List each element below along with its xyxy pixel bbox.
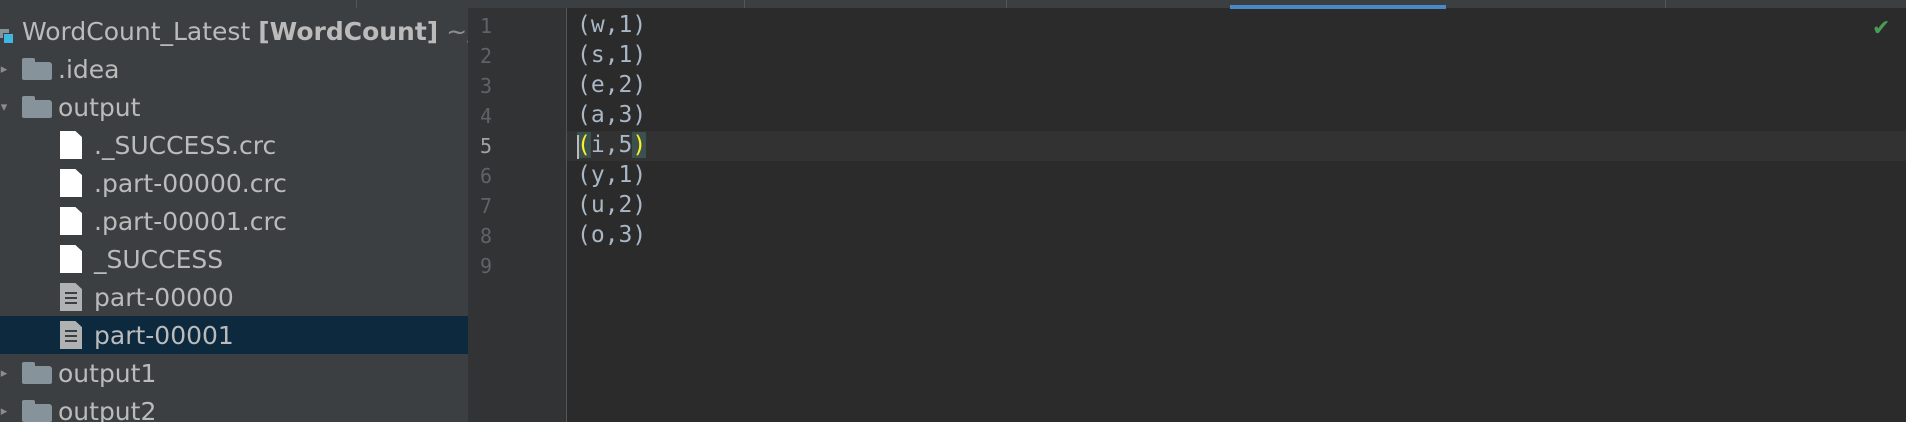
tree-item-part-00000-crc[interactable]: .part-00000.crc [0,164,468,202]
current-line-highlight [567,131,1906,161]
line-number: 2 [480,44,493,68]
tree-item-idea[interactable]: ▸ .idea [0,50,468,88]
expand-arrow-icon[interactable]: ▸ [0,404,10,419]
expand-arrow-icon[interactable]: ▸ [0,62,10,77]
tree-item-label: .idea [58,54,120,84]
project-path: ~/ [446,16,468,46]
file-icon [60,169,82,197]
project-name: WordCount_Latest [22,16,251,46]
matched-open-paren: ( [577,132,591,158]
tree-item-project-root[interactable]: WordCount_Latest [WordCount] ~/ [0,12,468,50]
project-tree-panel: WordCount_Latest [WordCount] ~/ ▸ .idea … [0,0,468,422]
folder-icon [22,58,52,80]
editor-tab-strip[interactable] [356,0,1906,9]
line-number: 4 [480,104,493,128]
code-line[interactable]: (s,1) [577,42,646,68]
line-number: 6 [480,164,493,188]
tree-item-label: .part-00000.crc [94,168,287,198]
code-line-content: i,5 [590,132,633,158]
tree-item-success-crc[interactable]: ._SUCCESS.crc [0,126,468,164]
tree-item-label: output [58,92,141,122]
tree-item-output2[interactable]: ▸ output2 [0,392,468,422]
tree-item-part-00001-crc[interactable]: .part-00001.crc [0,202,468,240]
line-number: 7 [480,194,493,218]
line-number: 1 [480,14,493,38]
text-file-icon [60,321,82,349]
file-icon [60,207,82,235]
line-number-gutter: 1 2 3 4 5 6 7 8 9 [468,8,567,422]
check-icon[interactable]: ✔ [1872,18,1894,40]
tree-item-label: .part-00001.crc [94,206,287,236]
tree-item-label: ._SUCCESS.crc [94,130,277,160]
code-line[interactable]: (w,1) [577,12,646,38]
line-number-current: 5 [480,134,493,158]
collapse-arrow-icon[interactable]: ▾ [0,100,10,115]
folder-icon [22,400,52,422]
tree-item-label: output1 [58,358,157,388]
code-line[interactable]: (u,2) [577,192,646,218]
code-line[interactable]: (o,3) [577,222,646,248]
tree-item-part-00000[interactable]: part-00000 [0,278,468,316]
file-icon [60,245,82,273]
expand-arrow-icon[interactable]: ▸ [0,366,10,381]
code-line[interactable]: (a,3) [577,102,646,128]
tree-item-label: part-00000 [94,282,234,312]
matched-close-paren: ) [632,132,647,158]
code-line[interactable]: (y,1) [577,162,646,188]
line-number: 3 [480,74,493,98]
folder-icon [22,362,52,384]
line-number: 9 [480,254,493,278]
code-editor[interactable]: (w,1) (s,1) (e,2) (a,3) (i,5) (y,1) (u,2… [567,8,1906,422]
tree-item-label: _SUCCESS [94,244,224,274]
code-line-current[interactable]: (i,5) [577,132,647,158]
tree-item-output1[interactable]: ▸ output1 [0,354,468,392]
tree-item-output[interactable]: ▾ output [0,88,468,126]
folder-icon [22,96,52,118]
tree-item-part-00001[interactable]: part-00001 [0,316,468,354]
module-name: [WordCount] [258,16,439,46]
text-caret [577,135,579,159]
code-line[interactable]: (e,2) [577,72,646,98]
tree-item-label: output2 [58,396,157,422]
line-number: 8 [480,224,493,248]
module-icon [0,29,14,44]
tree-item-success[interactable]: _SUCCESS [0,240,468,278]
text-file-icon [60,283,82,311]
file-icon [60,131,82,159]
tree-item-label: part-00001 [94,320,234,350]
